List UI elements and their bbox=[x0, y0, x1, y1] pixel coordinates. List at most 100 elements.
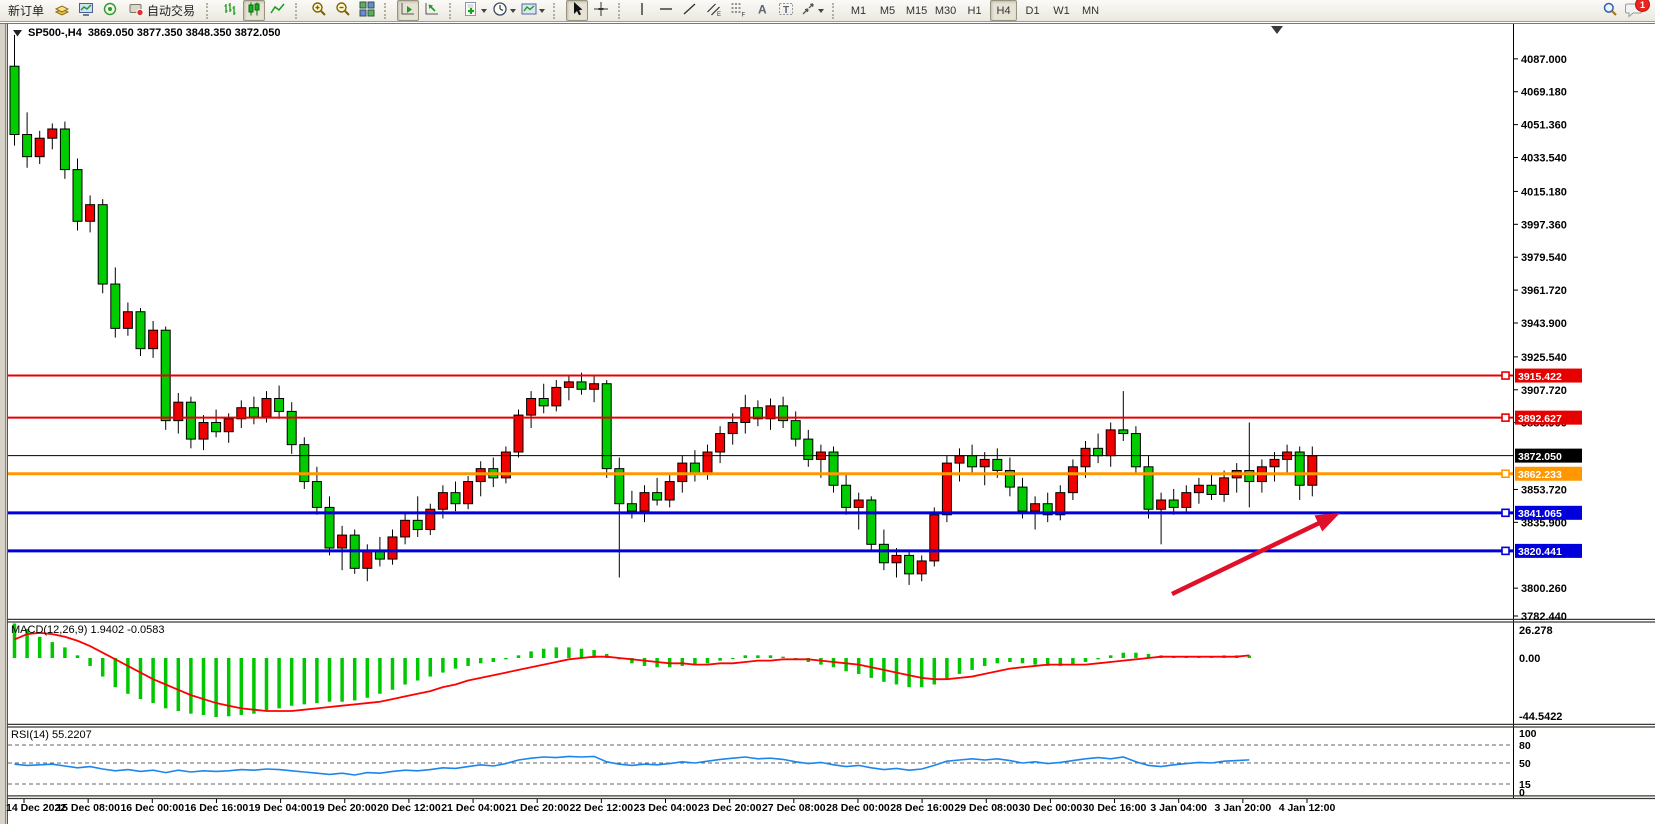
toolbar-grip bbox=[832, 3, 840, 19]
toolbar-grip bbox=[206, 3, 214, 19]
main-toolbar: 新订单 自动交易 E F A T M1 M5 M15 M30 H1 H4 D1 … bbox=[0, 0, 1655, 22]
trendline-tool-button[interactable] bbox=[679, 0, 701, 21]
macd-indicator-label: MACD(12,26,9) 1.9402 -0.0583 bbox=[11, 624, 164, 636]
svg-text:3841.065: 3841.065 bbox=[1518, 508, 1562, 520]
chart-shift-button[interactable] bbox=[421, 0, 443, 21]
crosshair-tool-button[interactable] bbox=[590, 0, 612, 21]
chart-symbol-period: SP500-,H4 bbox=[28, 27, 82, 39]
svg-text:3925.540: 3925.540 bbox=[1521, 352, 1567, 364]
terminal-button[interactable] bbox=[75, 0, 97, 21]
zoom-in-icon bbox=[311, 1, 327, 20]
zoom-out-button[interactable] bbox=[332, 0, 354, 21]
timeframe-d1-button[interactable]: D1 bbox=[1019, 0, 1046, 21]
chevron-down-icon bbox=[539, 9, 545, 16]
svg-text:50: 50 bbox=[1519, 758, 1531, 770]
toolbar-grip bbox=[295, 3, 303, 19]
svg-text:21 Dec 20:00: 21 Dec 20:00 bbox=[505, 802, 569, 814]
timeframe-h1-button[interactable]: H1 bbox=[961, 0, 988, 21]
line-chart-mode-button[interactable] bbox=[267, 0, 289, 21]
rsi-indicator-label: RSI(14) 55.2207 bbox=[11, 729, 92, 741]
chevron-down-icon bbox=[510, 9, 516, 16]
text-tool-button[interactable]: A bbox=[751, 0, 773, 21]
indicator-add-icon bbox=[463, 1, 479, 20]
timeframe-m15-button[interactable]: M15 bbox=[903, 0, 930, 21]
auto-trading-icon bbox=[128, 1, 144, 20]
search-button[interactable] bbox=[1599, 0, 1621, 21]
equidistant-channel-icon: E bbox=[706, 1, 722, 20]
cursor-icon bbox=[569, 1, 585, 20]
candlestick-icon bbox=[246, 1, 262, 20]
auto-scroll-button[interactable] bbox=[397, 0, 419, 21]
svg-text:3872.050: 3872.050 bbox=[1518, 451, 1562, 463]
arrows-tool-button[interactable] bbox=[799, 0, 826, 21]
toolbar-grip bbox=[553, 3, 561, 19]
chart-canvas[interactable]: 4087.0004069.1804051.3604033.5404015.180… bbox=[0, 0, 1655, 824]
fibonacci-icon: F bbox=[730, 1, 746, 20]
text-label-icon: T bbox=[778, 1, 794, 20]
signal-rings-icon bbox=[102, 1, 118, 20]
svg-text:20 Dec 12:00: 20 Dec 12:00 bbox=[377, 802, 441, 814]
cursor-tool-button[interactable] bbox=[566, 0, 588, 21]
timeframe-m30-button[interactable]: M30 bbox=[932, 0, 959, 21]
indicators-button[interactable] bbox=[462, 0, 489, 21]
svg-text:4 Jan 12:00: 4 Jan 12:00 bbox=[1279, 802, 1336, 814]
svg-text:15 Dec 08:00: 15 Dec 08:00 bbox=[56, 802, 120, 814]
svg-text:4033.540: 4033.540 bbox=[1521, 153, 1567, 165]
clock-icon bbox=[492, 1, 508, 20]
svg-text:3961.720: 3961.720 bbox=[1521, 285, 1567, 297]
vertical-line-tool-button[interactable] bbox=[631, 0, 653, 21]
svg-text:3907.720: 3907.720 bbox=[1521, 385, 1567, 397]
svg-text:27 Dec 08:00: 27 Dec 08:00 bbox=[762, 802, 826, 814]
arrow-objects-icon bbox=[800, 1, 816, 20]
notification-count-badge: 1 bbox=[1635, 0, 1650, 12]
timeframe-m5-button[interactable]: M5 bbox=[874, 0, 901, 21]
tile-windows-button[interactable] bbox=[356, 0, 378, 21]
timeframe-h4-button[interactable]: H4 bbox=[990, 0, 1017, 21]
new-order-button[interactable]: 新订单 bbox=[3, 0, 49, 21]
chart-shift-icon bbox=[424, 1, 440, 20]
svg-text:3853.720: 3853.720 bbox=[1521, 484, 1567, 496]
periods-button[interactable] bbox=[491, 0, 518, 21]
auto-trading-button[interactable]: 自动交易 bbox=[123, 0, 200, 21]
svg-text:4069.180: 4069.180 bbox=[1521, 87, 1567, 99]
timeframe-w1-button[interactable]: W1 bbox=[1048, 0, 1075, 21]
auto-scroll-icon bbox=[400, 1, 416, 20]
svg-text:16 Dec 00:00: 16 Dec 00:00 bbox=[120, 802, 184, 814]
toolbar-grip bbox=[449, 3, 457, 19]
chart-title: SP500-,H4 3869.050 3877.350 3848.350 387… bbox=[13, 27, 281, 39]
templates-button[interactable] bbox=[520, 0, 547, 21]
svg-text:19 Dec 20:00: 19 Dec 20:00 bbox=[313, 802, 377, 814]
svg-text:0.00: 0.00 bbox=[1519, 653, 1540, 665]
horizontal-line-tool-button[interactable] bbox=[655, 0, 677, 21]
svg-text:80: 80 bbox=[1519, 740, 1531, 752]
data-center-button[interactable] bbox=[99, 0, 121, 21]
svg-text:3979.540: 3979.540 bbox=[1521, 252, 1567, 264]
timeframe-m1-button[interactable]: M1 bbox=[845, 0, 872, 21]
fibonacci-tool-button[interactable]: F bbox=[727, 0, 749, 21]
svg-text:4087.000: 4087.000 bbox=[1521, 54, 1567, 66]
channel-tool-button[interactable]: E bbox=[703, 0, 725, 21]
zoom-in-button[interactable] bbox=[308, 0, 330, 21]
svg-text:26.278: 26.278 bbox=[1519, 625, 1553, 637]
svg-text:F: F bbox=[742, 13, 746, 18]
time-axis: 14 Dec 202215 Dec 08:0016 Dec 00:0016 De… bbox=[6, 799, 1335, 814]
candlestick-mode-button[interactable] bbox=[243, 0, 265, 21]
market-watch-button[interactable] bbox=[51, 0, 73, 21]
timeframe-mn-button[interactable]: MN bbox=[1077, 0, 1104, 21]
crosshair-icon bbox=[593, 1, 609, 20]
horizontal-line-icon bbox=[658, 1, 674, 20]
svg-text:100: 100 bbox=[1519, 728, 1537, 740]
new-order-label: 新订单 bbox=[8, 2, 44, 19]
svg-text:A: A bbox=[758, 3, 767, 17]
notifications-button[interactable]: 1 bbox=[1623, 0, 1645, 21]
bar-chart-mode-button[interactable] bbox=[219, 0, 241, 21]
symbol-dropdown-icon[interactable] bbox=[13, 30, 22, 37]
svg-text:30 Dec 16:00: 30 Dec 16:00 bbox=[1083, 802, 1147, 814]
svg-text:T: T bbox=[783, 5, 789, 16]
svg-text:3862.233: 3862.233 bbox=[1518, 469, 1562, 481]
svg-text:4015.180: 4015.180 bbox=[1521, 186, 1567, 198]
label-tool-button[interactable]: T bbox=[775, 0, 797, 21]
zoom-out-icon bbox=[335, 1, 351, 20]
template-chart-icon bbox=[521, 1, 537, 20]
svg-text:3 Jan 04:00: 3 Jan 04:00 bbox=[1150, 802, 1207, 814]
